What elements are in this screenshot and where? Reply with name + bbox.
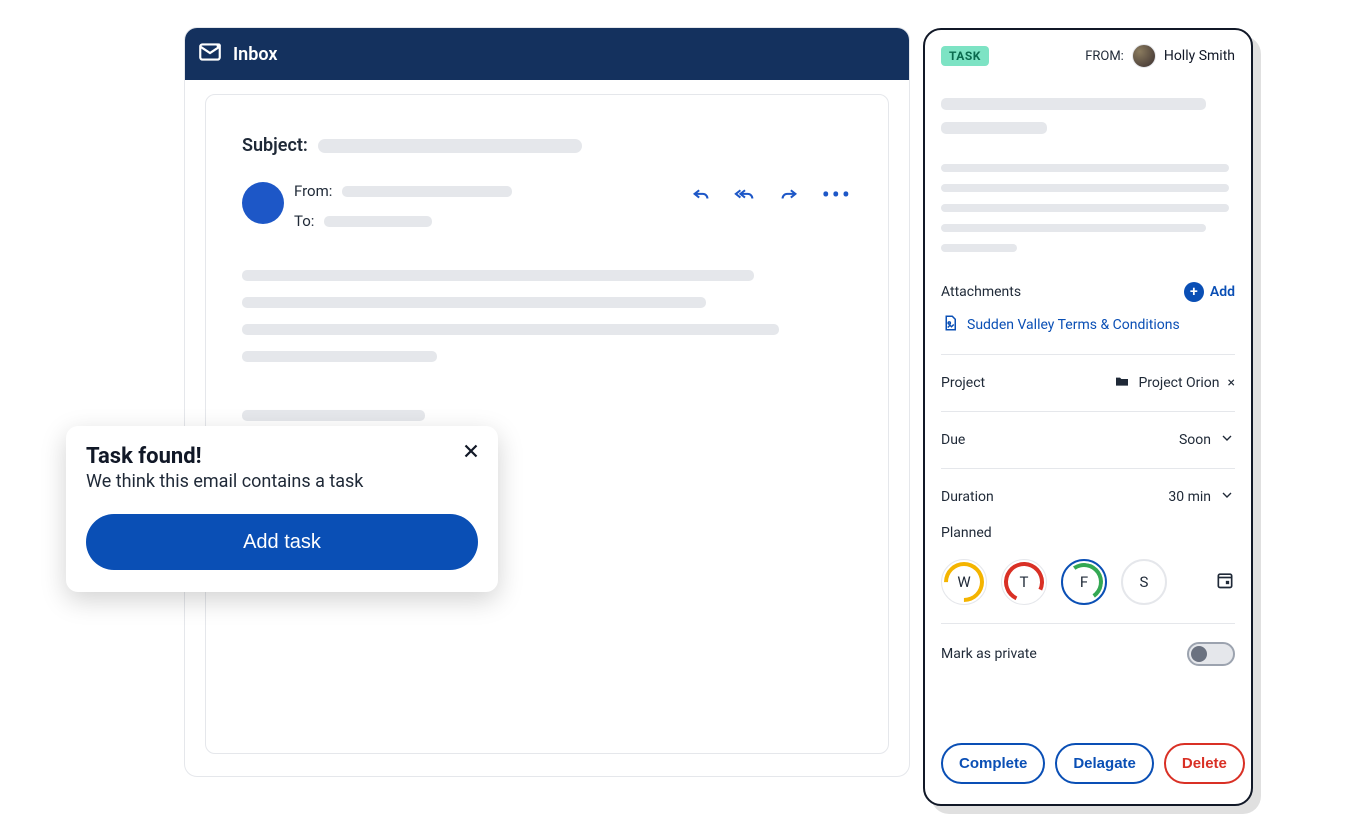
- chevron-down-icon: [1219, 430, 1235, 450]
- task-found-popup: Task found! We think this email contains…: [66, 426, 498, 592]
- inbox-title: Inbox: [233, 44, 277, 65]
- add-task-button[interactable]: Add task: [86, 514, 478, 570]
- more-icon[interactable]: •••: [822, 190, 852, 200]
- duration-section: Duration 30 min: [941, 468, 1235, 525]
- reply-all-icon[interactable]: [734, 182, 756, 208]
- project-value: Project Orion: [1138, 375, 1219, 391]
- from-placeholder: [342, 186, 512, 197]
- planned-day-f[interactable]: F: [1061, 559, 1107, 605]
- project-label: Project: [941, 375, 985, 391]
- planned-day-s[interactable]: S: [1121, 559, 1167, 605]
- clear-project-icon[interactable]: ×: [1228, 375, 1235, 391]
- task-panel: TASK FROM: Holly Smith Attachments + Add…: [923, 28, 1253, 806]
- email-body-placeholder: [242, 270, 852, 421]
- due-label: Due: [941, 432, 965, 448]
- private-label: Mark as private: [941, 646, 1037, 662]
- due-select[interactable]: Soon: [1179, 430, 1235, 450]
- attachments-heading: Attachments: [941, 284, 1021, 300]
- plus-icon: +: [1184, 282, 1204, 302]
- popup-title: Task found!: [86, 444, 478, 469]
- due-section: Due Soon: [941, 411, 1235, 468]
- forward-icon[interactable]: [778, 182, 800, 208]
- to-label: To:: [294, 212, 314, 230]
- add-attachment-button[interactable]: + Add: [1184, 282, 1235, 302]
- close-icon[interactable]: [460, 440, 482, 466]
- attachment-name: Sudden Valley Terms & Conditions: [967, 317, 1180, 333]
- subject-placeholder: [318, 139, 582, 153]
- to-placeholder: [324, 216, 432, 227]
- planned-label: Planned: [941, 525, 1235, 541]
- project-section: Project Project Orion ×: [941, 354, 1235, 411]
- calendar-icon[interactable]: [1215, 570, 1235, 594]
- private-toggle[interactable]: [1187, 642, 1235, 666]
- attachments-section: Attachments + Add Sudden Valley Terms & …: [941, 282, 1235, 354]
- attachment-item[interactable]: Sudden Valley Terms & Conditions: [941, 314, 1235, 336]
- inbox-header: Inbox: [185, 28, 909, 80]
- avatar: [1132, 44, 1156, 68]
- project-value-group[interactable]: Project Orion ×: [1114, 373, 1235, 393]
- sender-avatar: [242, 182, 284, 224]
- inbox-window: Inbox Subject: From: To:: [185, 28, 909, 776]
- task-title-placeholder: [941, 98, 1235, 134]
- panel-from-label: FROM:: [1085, 49, 1124, 64]
- popup-subtitle: We think this email contains a task: [86, 471, 478, 492]
- sender-name: Holly Smith: [1164, 48, 1235, 64]
- task-actions: Complete Delagate Delete: [941, 723, 1235, 784]
- task-badge: TASK: [941, 46, 989, 66]
- subject-label: Subject:: [242, 135, 308, 156]
- duration-select[interactable]: 30 min: [1168, 487, 1235, 507]
- due-value: Soon: [1179, 432, 1211, 448]
- delegate-button[interactable]: Delagate: [1055, 743, 1154, 784]
- duration-value: 30 min: [1168, 489, 1211, 505]
- planned-section: Planned W T F S: [941, 525, 1235, 623]
- duration-label: Duration: [941, 489, 994, 505]
- planned-day-t[interactable]: T: [1001, 559, 1047, 605]
- add-label: Add: [1210, 284, 1235, 300]
- complete-button[interactable]: Complete: [941, 743, 1045, 784]
- folder-icon: [1114, 373, 1130, 393]
- envelope-icon: [197, 39, 223, 70]
- from-label: From:: [294, 182, 332, 200]
- email-card: Subject: From: To:: [205, 94, 889, 754]
- chevron-down-icon: [1219, 487, 1235, 507]
- image-file-icon: [941, 314, 959, 336]
- private-section: Mark as private: [941, 623, 1235, 684]
- task-desc-placeholder: [941, 164, 1235, 252]
- delete-button[interactable]: Delete: [1164, 743, 1245, 784]
- reply-icon[interactable]: [690, 182, 712, 208]
- planned-day-w[interactable]: W: [941, 559, 987, 605]
